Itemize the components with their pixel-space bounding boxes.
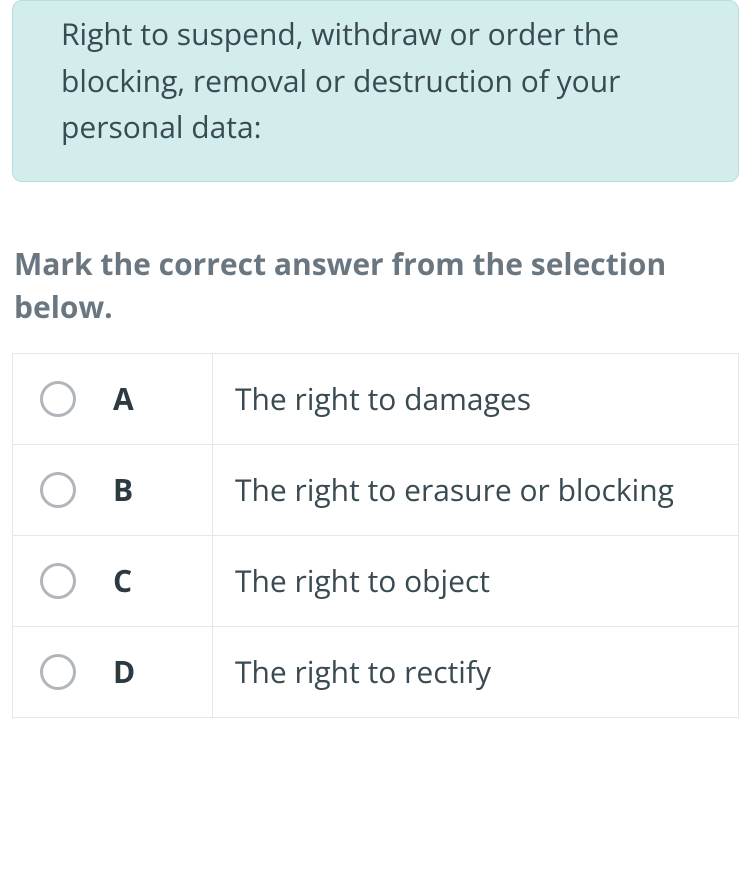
radio-button-icon[interactable] [40,563,76,599]
radio-cell [13,536,103,626]
radio-cell [13,354,103,444]
radio-button-icon[interactable] [40,472,76,508]
option-letter: B [103,445,213,535]
option-letter: A [103,354,213,444]
option-text: The right to damages [213,354,738,444]
option-text: The right to object [213,536,738,626]
radio-button-icon[interactable] [40,654,76,690]
option-text: The right to rectify [213,627,738,717]
question-box: Right to suspend, withdraw or order the … [12,0,739,182]
answers-table: A The right to damages B The right to er… [12,353,739,718]
answer-option-d[interactable]: D The right to rectify [13,627,738,717]
answer-option-b[interactable]: B The right to erasure or blocking [13,445,738,536]
option-letter: C [103,536,213,626]
radio-cell [13,445,103,535]
option-letter: D [103,627,213,717]
answer-option-a[interactable]: A The right to damages [13,354,738,445]
instruction-text: Mark the correct answer from the selecti… [12,242,739,329]
radio-cell [13,627,103,717]
answer-option-c[interactable]: C The right to object [13,536,738,627]
option-text: The right to erasure or blocking [213,445,738,535]
question-text: Right to suspend, withdraw or order the … [61,11,690,151]
radio-button-icon[interactable] [40,381,76,417]
